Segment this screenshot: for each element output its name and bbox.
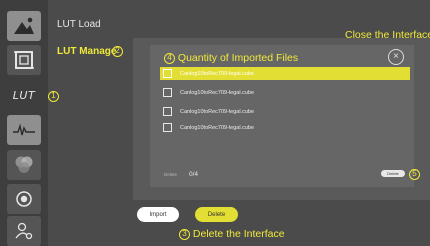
user-settings-icon [15, 222, 33, 240]
import-button-label: Import [149, 211, 167, 218]
file-row[interactable]: Canlog10toRec709-legal.cube [160, 86, 410, 99]
sidebar: LUT [0, 0, 48, 246]
image-menu-button[interactable] [7, 11, 41, 41]
file-checkbox[interactable] [163, 107, 172, 116]
file-row[interactable]: Canlog10toRec709-legal.cube [160, 105, 410, 118]
import-button[interactable]: Import [137, 207, 179, 222]
frame-crop-icon [14, 51, 34, 69]
file-checkbox[interactable] [163, 69, 172, 78]
menu-item-lut-manage[interactable]: LUT Manage [57, 46, 116, 57]
file-row[interactable]: Canlog10toRec709-legal.cube [160, 67, 410, 80]
record-menu-button[interactable] [7, 184, 41, 214]
close-icon: × [393, 51, 399, 62]
file-checkbox[interactable] [163, 123, 172, 132]
frame-menu-button[interactable] [7, 45, 41, 75]
image-mountain-icon [14, 17, 34, 34]
file-checkbox[interactable] [163, 88, 172, 97]
close-button[interactable]: × [388, 49, 404, 65]
menu-item-lut-load[interactable]: LUT Load [57, 19, 101, 30]
camera-ui-screen: LUT LUT Load LUT Manage 2 1 Close the In… [0, 0, 430, 246]
menu-item-lut-manage-label: LUT Manage [57, 46, 117, 57]
color-menu-button[interactable] [7, 150, 41, 180]
annotation-delete-interface: Delete the Interface [192, 228, 285, 240]
dialog-title: 4 Quantity of Imported Files [164, 52, 298, 64]
delete-footer-label: Delete [164, 172, 178, 177]
waveform-icon [13, 123, 35, 136]
file-name: Canlog10toRec709-legal.cube [180, 89, 254, 96]
dialog-title-text: Quantity of Imported Files [177, 52, 299, 64]
annotation-1-circle: 1 [48, 90, 59, 102]
dialog-delete-label: Delete [387, 171, 399, 176]
file-name: Canlog10toRec709-legal.cube [180, 124, 254, 131]
delete-button-label: Delete [207, 211, 226, 218]
record-icon [16, 191, 32, 207]
file-name: Canlog10toRec709-legal.cube [180, 108, 254, 115]
file-name: Canlog10toRec709-legal.cube [180, 70, 254, 77]
color-circles-icon [15, 156, 33, 173]
lut-menu-button[interactable]: LUT [7, 80, 41, 110]
annotation-5-circle: 5 [409, 168, 420, 180]
delete-button[interactable]: Delete [195, 207, 238, 222]
file-row[interactable]: Canlog10toRec709-legal.cube [160, 121, 410, 134]
annotation-2-circle: 2 [112, 45, 123, 57]
annotation-2: 2 [112, 45, 123, 57]
waveform-menu-button[interactable] [7, 115, 41, 145]
annotation-3-circle: 3 [179, 228, 190, 240]
annotation-3: 3 Delete the Interface [179, 228, 285, 240]
user-settings-menu-button[interactable] [7, 216, 41, 246]
dialog-delete-button[interactable]: Delete [381, 170, 405, 177]
lut-icon: LUT [12, 88, 36, 102]
annotation-4-circle: 4 [164, 52, 175, 64]
annotation-5: 5 [409, 168, 420, 180]
file-count: 0/4 [189, 171, 199, 178]
annotation-1: 1 [48, 90, 59, 102]
